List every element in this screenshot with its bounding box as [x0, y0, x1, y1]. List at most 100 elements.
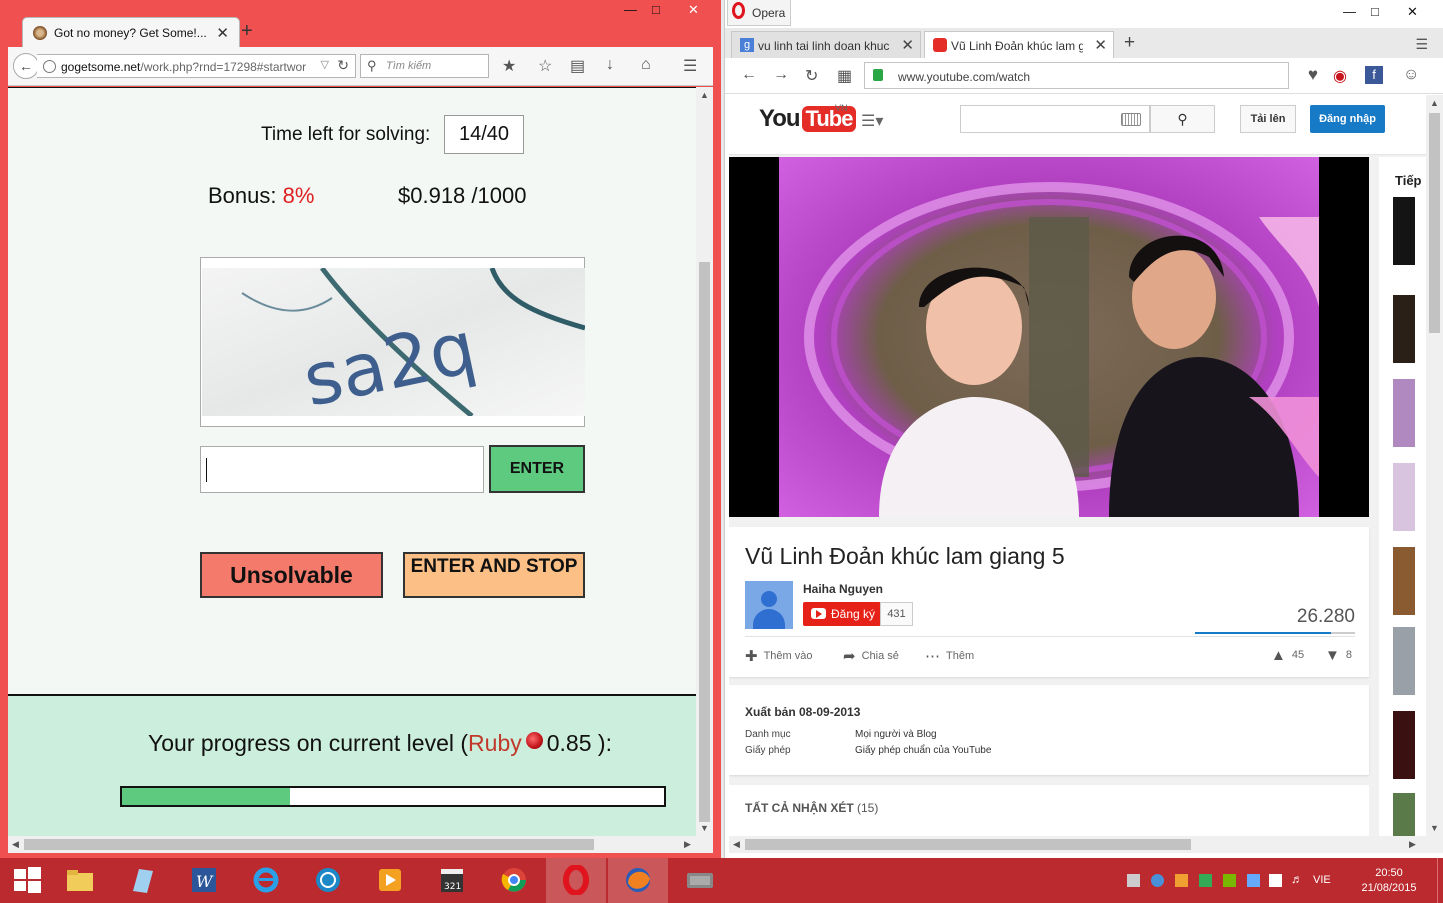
tray-nvidia-icon[interactable] [1223, 874, 1236, 887]
new-tab-button[interactable]: + [241, 20, 253, 43]
taskbar-opera[interactable] [546, 858, 606, 903]
tray-download-icon[interactable] [1199, 874, 1212, 887]
scroll-down-icon[interactable]: ▼ [700, 823, 709, 833]
heart-icon[interactable]: ♥ [1308, 65, 1318, 85]
search-box[interactable]: ⚲ Tìm kiếm [360, 54, 489, 78]
reload-icon[interactable]: ↻ [805, 66, 818, 86]
scroll-thumb[interactable] [1429, 113, 1440, 333]
close-window-button[interactable]: ✕ [1407, 4, 1418, 20]
captcha-answer-input[interactable] [200, 446, 484, 493]
taskbar-firefox[interactable] [608, 858, 668, 903]
taskbar-word[interactable]: W [174, 858, 234, 903]
speed-dial-icon[interactable]: ▦ [837, 66, 852, 86]
scroll-right-icon[interactable]: ▶ [1409, 839, 1416, 850]
back-icon[interactable]: ← [741, 66, 757, 84]
close-tab-icon[interactable]: ✕ [901, 36, 914, 54]
recommended-video-7[interactable] [1393, 711, 1415, 779]
tab-active[interactable]: Got no money? Get Some!... ✕ [22, 17, 240, 47]
taskbar-internet-explorer[interactable] [236, 858, 296, 903]
scroll-up-icon[interactable]: ▲ [1430, 98, 1439, 108]
url-dropdown-icon[interactable]: ▽ [321, 58, 329, 71]
bookmark-star-icon[interactable]: ☆ [538, 56, 552, 76]
scroll-left-icon[interactable]: ◀ [733, 839, 740, 850]
volume-icon[interactable]: ♬ [1291, 872, 1304, 886]
channel-name[interactable]: Haiha Nguyen [803, 582, 883, 596]
guide-menu-icon[interactable]: ☰▾ [861, 111, 883, 131]
scroll-right-icon[interactable]: ▶ [684, 839, 691, 850]
recommended-video-8[interactable] [1393, 793, 1415, 837]
scroll-thumb[interactable] [745, 839, 1191, 850]
tray-keyboard-icon[interactable] [1127, 874, 1140, 887]
taskbar-file-explorer[interactable] [50, 858, 110, 903]
tab-google[interactable]: g vu linh tai linh doan khuc ✕ [731, 31, 921, 58]
enter-and-stop-button[interactable]: ENTER AND STOP [403, 552, 585, 598]
reading-list-icon[interactable]: ▤ [570, 56, 585, 76]
tray-network-icon[interactable] [1151, 874, 1164, 887]
taskbar-app-blue[interactable] [112, 858, 172, 903]
recommended-video-2[interactable] [1393, 295, 1415, 363]
youtube-search-button[interactable]: ⚲ [1150, 105, 1215, 133]
forward-icon[interactable]: → [773, 66, 789, 84]
download-icon[interactable]: ↓ [606, 56, 614, 74]
taskbar-speedometer-app[interactable] [298, 858, 358, 903]
youtube-search-input[interactable] [960, 105, 1150, 133]
vertical-scrollbar[interactable]: ▲ ▼ [696, 87, 713, 836]
keyboard-icon[interactable] [1121, 113, 1141, 126]
extension-icon[interactable]: ◉ [1333, 66, 1347, 86]
reload-icon[interactable]: ↻ [337, 57, 349, 74]
more-button[interactable]: ⋯ Thêm [925, 647, 974, 665]
opera-menu-button[interactable]: Opera [727, 0, 791, 26]
show-desktop-button[interactable] [1437, 858, 1443, 903]
recommended-video-4[interactable] [1393, 463, 1415, 531]
taskbar-media-classic[interactable]: 321 [422, 858, 482, 903]
horizontal-scrollbar[interactable]: ◀ ▶ [729, 836, 1443, 853]
sign-in-button[interactable]: Đăng nhập [1310, 105, 1385, 133]
vertical-scrollbar[interactable]: ▲ ▼ [1426, 95, 1443, 837]
tab-youtube[interactable]: Vũ Linh Đoản khúc lam gia ✕ [924, 31, 1114, 58]
recommended-video-1[interactable] [1393, 197, 1415, 265]
minimize-button[interactable]: — [1343, 4, 1356, 19]
menu-icon[interactable]: ☰ [683, 56, 697, 76]
close-tab-icon[interactable]: ✕ [1094, 36, 1107, 54]
tab-menu-icon[interactable]: ☰ [1415, 36, 1428, 53]
channel-avatar[interactable] [745, 581, 793, 629]
recommended-video-6[interactable] [1393, 627, 1415, 695]
like-button[interactable]: ▲ 45 [1271, 647, 1304, 664]
subscribe-button[interactable]: Đăng ký [803, 602, 881, 626]
recommended-video-3[interactable] [1393, 379, 1415, 447]
dislike-button[interactable]: ▼ 8 [1325, 647, 1352, 664]
scroll-thumb[interactable] [699, 262, 710, 822]
tray-app-icon[interactable] [1247, 874, 1260, 887]
addon-icon[interactable]: ★ [502, 56, 516, 76]
share-button[interactable]: ➦ Chia sẻ [843, 647, 899, 665]
video-player[interactable] [729, 157, 1369, 517]
horizontal-scrollbar[interactable]: ◀ ▶ [8, 836, 713, 853]
account-icon[interactable]: ☺ [1403, 66, 1419, 84]
minimize-button[interactable]: — [624, 2, 637, 17]
url-bar[interactable]: gogetsome.net/work.php?rnd=17298#startwo… [37, 54, 356, 78]
recommended-video-5[interactable] [1393, 547, 1415, 615]
input-language[interactable]: VIE [1313, 874, 1331, 886]
scroll-down-icon[interactable]: ▼ [1430, 823, 1439, 833]
add-to-button[interactable]: ✚ Thêm vào [745, 647, 813, 665]
clock[interactable]: 20:50 21/08/2015 [1357, 866, 1421, 896]
url-bar[interactable]: www.youtube.com/watch ♥ [864, 62, 1318, 89]
upload-button[interactable]: Tải lên [1240, 105, 1296, 133]
new-tab-button[interactable]: + [1124, 32, 1135, 54]
close-window-button[interactable]: ✕ [688, 2, 699, 18]
close-tab-icon[interactable]: ✕ [216, 24, 229, 42]
taskbar-media-player[interactable] [360, 858, 420, 903]
home-icon[interactable]: ⌂ [641, 56, 651, 74]
youtube-logo[interactable]: You Tube VN [759, 103, 857, 135]
maximize-button[interactable]: □ [652, 2, 660, 17]
facebook-icon[interactable]: f [1365, 66, 1383, 84]
maximize-button[interactable]: □ [1371, 4, 1379, 19]
tray-flag-icon[interactable] [1269, 874, 1282, 887]
category-value[interactable]: Mọi người và Blog [855, 729, 937, 740]
taskbar-chrome[interactable] [484, 858, 544, 903]
enter-button[interactable]: ENTER [489, 445, 585, 493]
scroll-thumb[interactable] [24, 839, 594, 850]
tray-media-icon[interactable] [1175, 874, 1188, 887]
taskbar-touch-keyboard[interactable] [670, 858, 730, 903]
scroll-left-icon[interactable]: ◀ [12, 839, 19, 850]
